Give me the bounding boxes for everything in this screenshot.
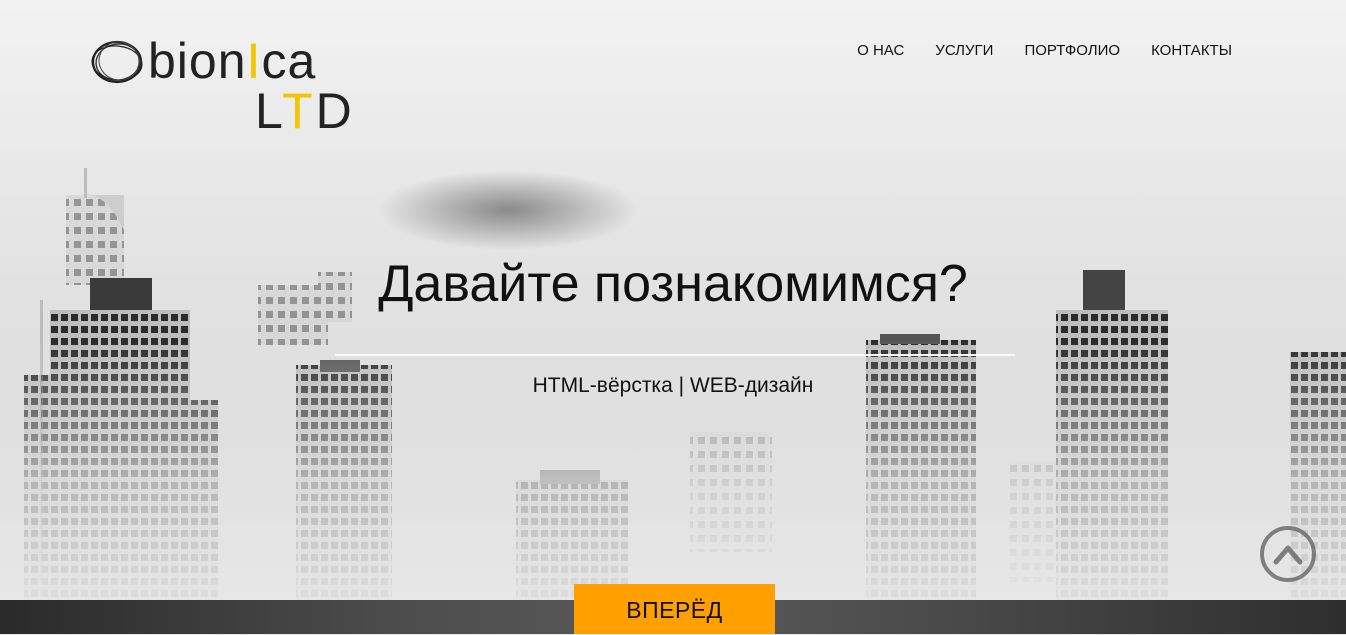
hero-headline: Давайте познакомимся? (378, 255, 968, 313)
nav-link-about[interactable]: О НАС (857, 42, 904, 60)
logo-text-d: D (315, 83, 355, 139)
chevron-up-icon (1273, 545, 1303, 565)
logo-text-bion: bion (148, 33, 247, 89)
nav-link-services[interactable]: УСЛУГИ (935, 42, 993, 60)
headline-divider (335, 354, 1015, 356)
main-nav: О НАС УСЛУГИ ПОРТФОЛИО КОНТАКТЫ (857, 42, 1232, 60)
logo[interactable]: bionIca LTD (88, 33, 352, 139)
logo-bottom-line: LTD (255, 83, 355, 139)
logo-text-t: T (282, 83, 316, 139)
next-button[interactable]: ВПЕРЁД (574, 584, 775, 634)
logo-text-i: I (246, 33, 262, 89)
logo-text-ca: ca (261, 33, 317, 89)
logo-text-l: L (255, 83, 283, 139)
nav-link-portfolio[interactable]: ПОРТФОЛИО (1024, 42, 1120, 60)
scroll-up-button[interactable] (1260, 526, 1316, 582)
nav-link-contacts[interactable]: КОНТАКТЫ (1151, 42, 1232, 60)
hero-tagline: HTML-вёрстка | WEB-дизайн (532, 374, 814, 397)
logo-top-line: bionIca (88, 33, 316, 89)
logo-o-ring-icon (88, 38, 148, 86)
